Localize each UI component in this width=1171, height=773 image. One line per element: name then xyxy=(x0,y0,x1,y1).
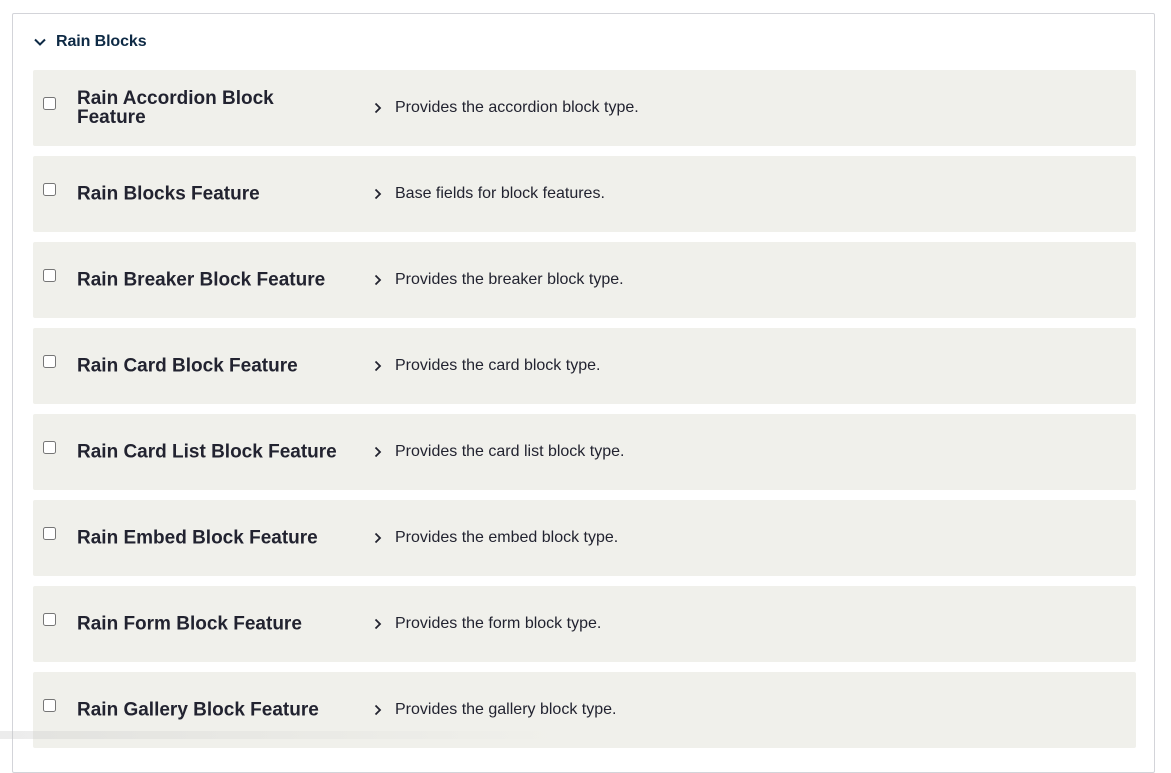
module-description: Provides the accordion block type. xyxy=(395,99,639,117)
module-description-toggle[interactable]: Provides the card list block type. xyxy=(373,443,624,461)
module-description-toggle[interactable]: Provides the embed block type. xyxy=(373,529,618,547)
module-description: Provides the embed block type. xyxy=(395,529,618,547)
module-description-toggle[interactable]: Provides the gallery block type. xyxy=(373,701,616,719)
chevron-right-icon xyxy=(373,102,383,114)
chevron-right-icon xyxy=(373,704,383,716)
module-checkbox[interactable] xyxy=(43,527,56,540)
module-description-toggle[interactable]: Provides the card block type. xyxy=(373,357,600,375)
module-list: Rain Accordion Block Feature Provides th… xyxy=(33,70,1136,758)
module-checkbox[interactable] xyxy=(43,699,56,712)
chevron-right-icon xyxy=(373,360,383,372)
module-name: Rain Embed Block Feature xyxy=(77,529,347,548)
chevron-right-icon xyxy=(373,532,383,544)
module-name: Rain Breaker Block Feature xyxy=(77,271,347,290)
module-name: Rain Accordion Block Feature xyxy=(77,89,347,127)
module-checkbox[interactable] xyxy=(43,97,56,110)
module-description: Provides the card block type. xyxy=(395,357,600,375)
group-toggle[interactable]: Rain Blocks xyxy=(33,32,147,52)
horizontal-scroll-shadow xyxy=(0,731,560,739)
module-name: Rain Blocks Feature xyxy=(77,185,347,204)
module-row: Rain Accordion Block Feature Provides th… xyxy=(33,70,1136,146)
module-name: Rain Gallery Block Feature xyxy=(77,701,347,720)
module-description-toggle[interactable]: Base fields for block features. xyxy=(373,185,605,203)
module-description: Base fields for block features. xyxy=(395,185,605,203)
module-checkbox[interactable] xyxy=(43,613,56,626)
module-name: Rain Form Block Feature xyxy=(77,615,347,634)
module-name: Rain Card List Block Feature xyxy=(77,443,347,462)
module-checkbox[interactable] xyxy=(43,183,56,196)
chevron-down-icon xyxy=(33,35,47,49)
module-row: Rain Breaker Block Feature Provides the … xyxy=(33,242,1136,318)
module-row: Rain Blocks Feature Base fields for bloc… xyxy=(33,156,1136,232)
module-description: Provides the breaker block type. xyxy=(395,271,624,289)
module-checkbox[interactable] xyxy=(43,355,56,368)
module-row: Rain Embed Block Feature Provides the em… xyxy=(33,500,1136,576)
module-row: Rain Card List Block Feature Provides th… xyxy=(33,414,1136,490)
module-description: Provides the form block type. xyxy=(395,615,601,633)
group-title: Rain Blocks xyxy=(56,33,147,51)
chevron-right-icon xyxy=(373,446,383,458)
module-description-toggle[interactable]: Provides the breaker block type. xyxy=(373,271,624,289)
module-description: Provides the card list block type. xyxy=(395,443,624,461)
module-group-panel: Rain Blocks Rain Accordion Block Feature… xyxy=(12,13,1155,773)
module-row: Rain Card Block Feature Provides the car… xyxy=(33,328,1136,404)
module-checkbox[interactable] xyxy=(43,441,56,454)
module-name: Rain Card Block Feature xyxy=(77,357,347,376)
module-description: Provides the gallery block type. xyxy=(395,701,616,719)
module-row: Rain Form Block Feature Provides the for… xyxy=(33,586,1136,662)
chevron-right-icon xyxy=(373,618,383,630)
chevron-right-icon xyxy=(373,188,383,200)
module-description-toggle[interactable]: Provides the accordion block type. xyxy=(373,99,639,117)
module-description-toggle[interactable]: Provides the form block type. xyxy=(373,615,601,633)
chevron-right-icon xyxy=(373,274,383,286)
module-checkbox[interactable] xyxy=(43,269,56,282)
